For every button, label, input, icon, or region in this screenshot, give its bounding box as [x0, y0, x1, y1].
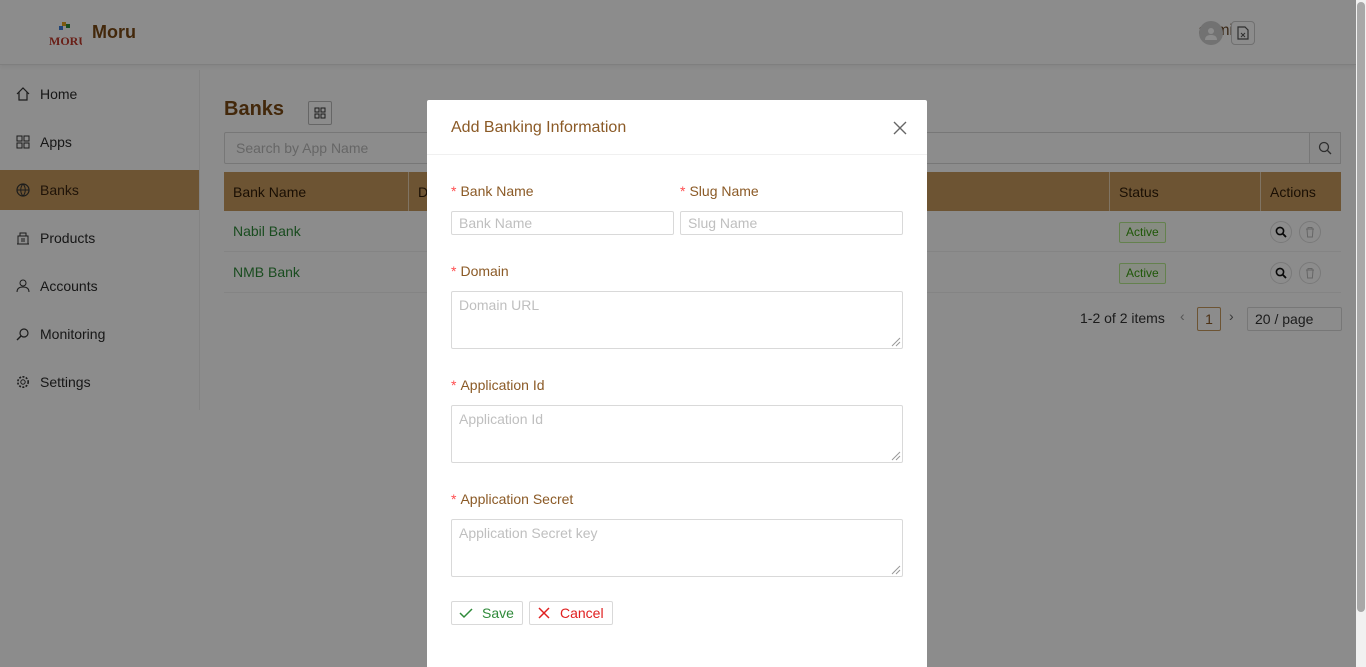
bank-name-input[interactable]: Bank Name — [451, 211, 674, 235]
close-icon — [538, 607, 550, 619]
application-secret-placeholder: Application Secret key — [459, 525, 598, 541]
domain-textarea[interactable]: Domain URL — [451, 291, 903, 349]
domain-placeholder: Domain URL — [459, 297, 540, 313]
resize-handle-icon[interactable] — [889, 563, 901, 575]
scrollbar-thumb[interactable] — [1357, 2, 1365, 612]
page-scrollbar[interactable] — [1356, 0, 1366, 667]
application-id-placeholder: Application Id — [459, 411, 544, 427]
close-icon[interactable] — [892, 120, 908, 136]
modal-header: Add Banking Information — [427, 100, 927, 155]
required-mark: * — [451, 183, 457, 199]
application-secret-label: * Application Secret — [451, 491, 574, 507]
required-mark: * — [451, 491, 457, 507]
domain-label: * Domain — [451, 263, 509, 279]
add-bank-modal: Add Banking Information * Bank Name Bank … — [427, 100, 927, 667]
application-secret-textarea[interactable]: Application Secret key — [451, 519, 903, 577]
cancel-label: Cancel — [560, 605, 604, 621]
modal-title: Add Banking Information — [451, 119, 627, 136]
required-mark: * — [680, 183, 686, 199]
save-button[interactable]: Save — [451, 601, 523, 625]
bank-name-label: * Bank Name — [451, 183, 534, 199]
application-id-textarea[interactable]: Application Id — [451, 405, 903, 463]
required-mark: * — [451, 263, 457, 279]
check-icon — [459, 608, 473, 619]
application-id-label: * Application Id — [451, 377, 545, 393]
resize-handle-icon[interactable] — [889, 335, 901, 347]
slug-name-label: * Slug Name — [680, 183, 759, 199]
resize-handle-icon[interactable] — [889, 449, 901, 461]
required-mark: * — [451, 377, 457, 393]
save-label: Save — [482, 605, 514, 621]
cancel-button[interactable]: Cancel — [529, 601, 613, 625]
slug-name-input[interactable]: Slug Name — [680, 211, 903, 235]
